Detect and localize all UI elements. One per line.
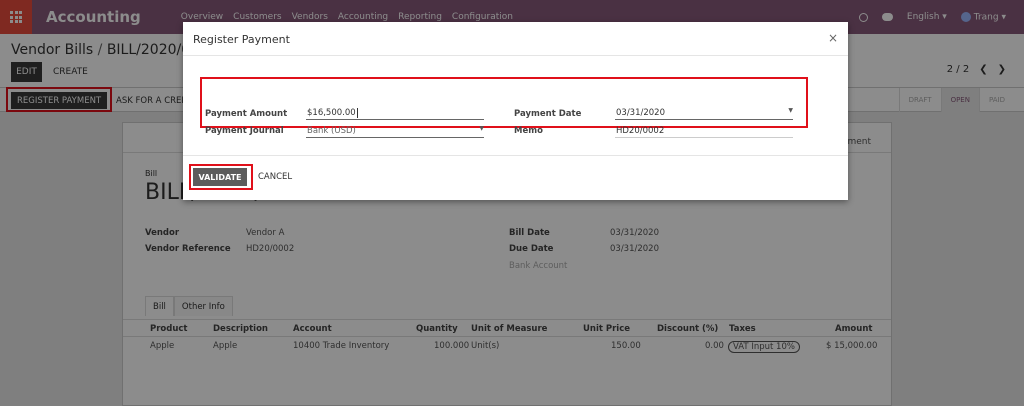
payment-date-value: 03/31/2020	[616, 108, 665, 118]
register-payment-dialog: Register Payment × Payment Amount $16,50…	[183, 22, 848, 200]
modal-footer: VALIDATE CANCEL	[183, 155, 848, 200]
memo-value: HD20/0002	[616, 126, 665, 136]
payment-journal-value: Bank (USD)	[307, 126, 356, 136]
modal-header: Register Payment ×	[183, 22, 848, 56]
payment-amount-value: $16,500.00	[307, 108, 356, 118]
memo-label: Memo	[514, 126, 543, 136]
validate-button[interactable]: VALIDATE	[193, 168, 247, 186]
memo-input[interactable]: HD20/0002	[615, 125, 793, 138]
payment-amount-label: Payment Amount	[205, 109, 288, 119]
caret-down-icon: ▼	[788, 107, 793, 114]
payment-date-input[interactable]: 03/31/2020 ▼	[615, 107, 793, 120]
modal-body: Payment Amount $16,500.00 Payment Journa…	[183, 56, 848, 155]
payment-journal-select[interactable]: Bank (USD) ▼	[306, 125, 484, 138]
payment-journal-label: Payment Journal	[205, 126, 284, 136]
cancel-button[interactable]: CANCEL	[258, 172, 292, 182]
caret-down-icon: ▼	[479, 125, 484, 132]
payment-amount-input[interactable]: $16,500.00	[306, 107, 484, 120]
text-cursor	[356, 108, 358, 118]
payment-fields-highlight	[200, 77, 808, 128]
modal-title: Register Payment	[193, 33, 290, 46]
close-icon[interactable]: ×	[828, 31, 838, 45]
payment-date-label: Payment Date	[514, 109, 582, 119]
